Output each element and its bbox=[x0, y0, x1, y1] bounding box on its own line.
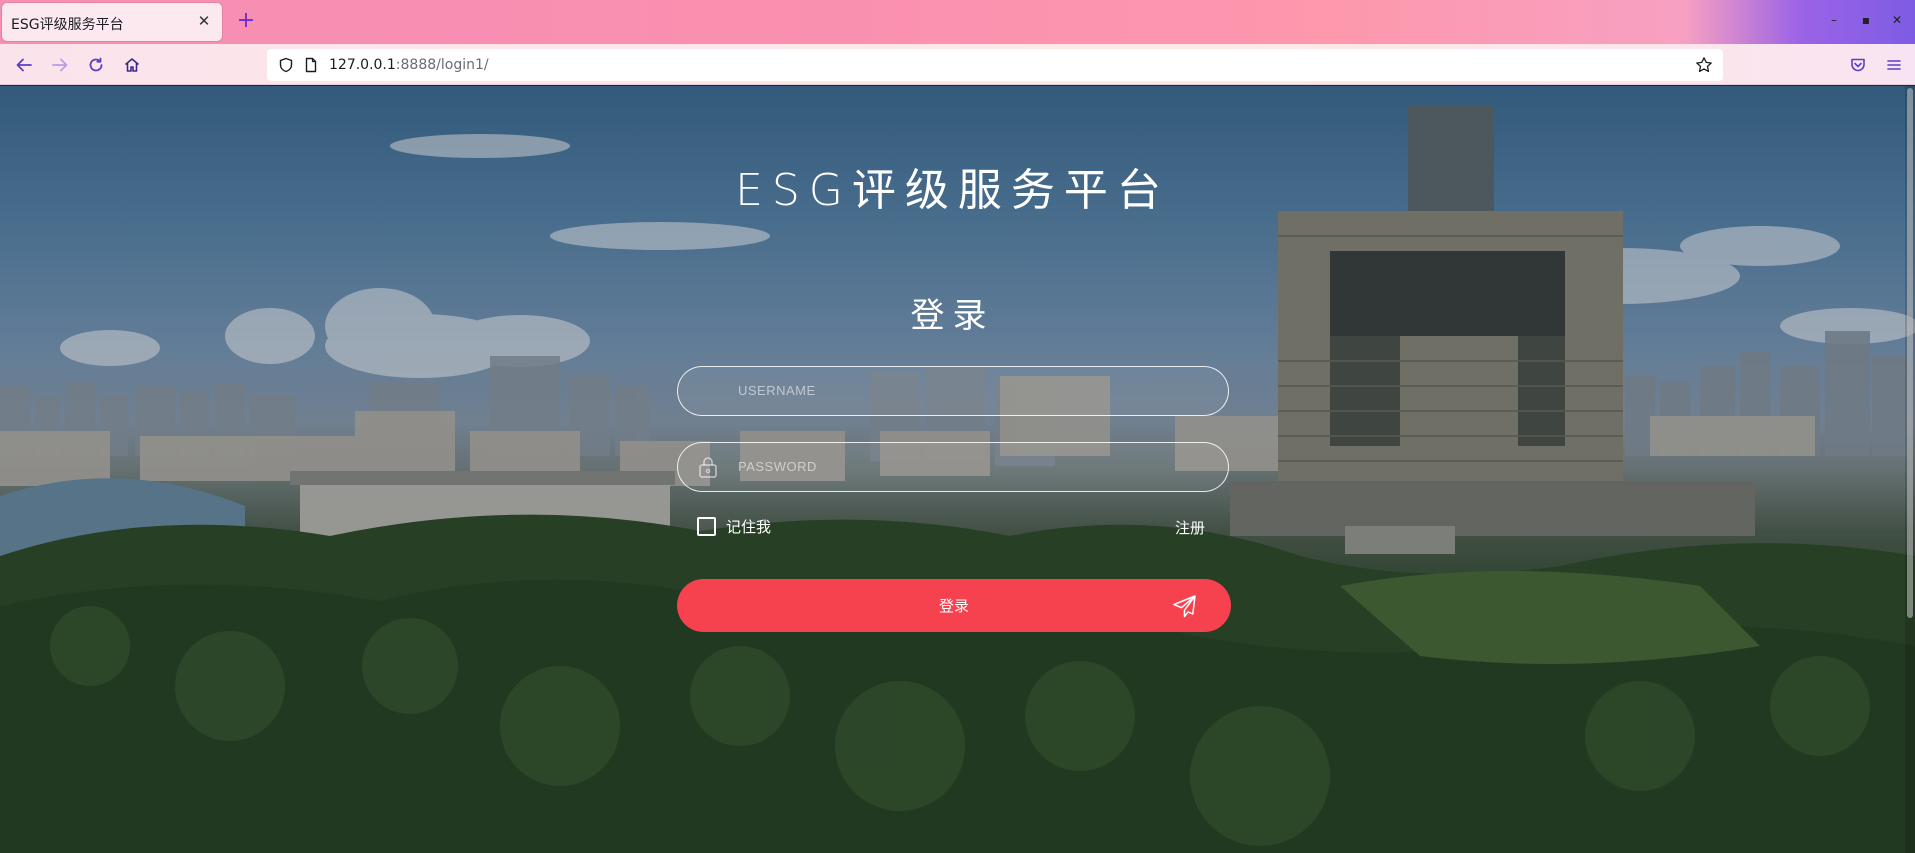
scrollbar-thumb[interactable] bbox=[1907, 88, 1913, 618]
tab-title: ESG评级服务平台 bbox=[11, 17, 124, 33]
login-page: ESG评级服务平台 登录 记住我 注册 登录 bbox=[0, 86, 1915, 853]
url-host: 127.0.0.1 bbox=[329, 57, 396, 73]
page-info-icon[interactable] bbox=[302, 56, 320, 74]
remember-me-label[interactable]: 记住我 bbox=[726, 516, 771, 537]
register-link[interactable]: 注册 bbox=[1175, 517, 1205, 538]
url-path: :8888/login1/ bbox=[395, 57, 489, 73]
close-tab-icon[interactable]: ✕ bbox=[195, 12, 213, 30]
password-field[interactable] bbox=[677, 442, 1229, 492]
url-text[interactable]: 127.0.0.1:8888/login1/ bbox=[329, 57, 489, 73]
tab-strip: ESG评级服务平台 ✕ + – ▪ ✕ bbox=[0, 0, 1915, 44]
maximize-icon[interactable]: ▪ bbox=[1858, 12, 1874, 28]
new-tab-icon[interactable]: + bbox=[235, 10, 257, 32]
login-heading: 登录 bbox=[910, 296, 995, 336]
minimize-icon[interactable]: – bbox=[1826, 12, 1842, 28]
home-icon[interactable] bbox=[118, 51, 146, 79]
active-tab[interactable]: ESG评级服务平台 ✕ bbox=[2, 3, 222, 41]
reload-icon[interactable] bbox=[82, 51, 110, 79]
username-field[interactable] bbox=[677, 366, 1229, 416]
navigation-toolbar: 127.0.0.1:8888/login1/ bbox=[0, 44, 1915, 85]
forward-icon[interactable] bbox=[46, 51, 74, 79]
remember-me[interactable]: 记住我 bbox=[697, 516, 771, 536]
menu-icon[interactable] bbox=[1880, 51, 1908, 79]
password-input[interactable] bbox=[738, 443, 1208, 490]
shield-icon[interactable] bbox=[277, 56, 295, 74]
address-bar[interactable]: 127.0.0.1:8888/login1/ bbox=[267, 49, 1723, 81]
back-icon[interactable] bbox=[10, 51, 38, 79]
login-button-label: 登录 bbox=[938, 597, 969, 615]
login-button[interactable]: 登录 bbox=[677, 579, 1231, 632]
paper-plane-icon bbox=[1172, 593, 1198, 619]
close-window-icon[interactable]: ✕ bbox=[1889, 12, 1905, 28]
remember-me-checkbox[interactable] bbox=[697, 516, 716, 536]
username-input[interactable] bbox=[738, 367, 1208, 414]
pocket-icon[interactable] bbox=[1844, 51, 1872, 79]
bookmark-star-icon[interactable] bbox=[1695, 56, 1713, 74]
page-scrollbar[interactable] bbox=[1905, 86, 1915, 853]
lock-icon bbox=[696, 455, 720, 479]
site-title: ESG评级服务平台 bbox=[735, 165, 1170, 216]
